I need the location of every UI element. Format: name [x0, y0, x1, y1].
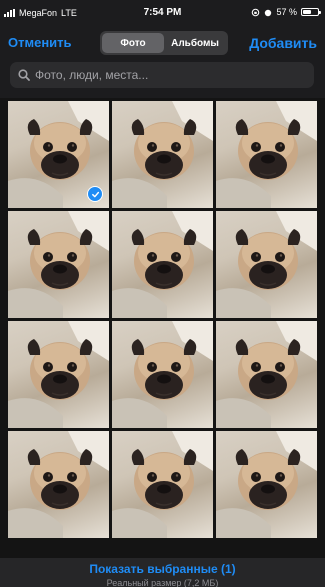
pug-photo-image	[216, 321, 317, 428]
photo-thumbnail[interactable]	[216, 211, 317, 318]
real-size-label: Реальный размер (7,2 МБ)	[106, 578, 219, 587]
pug-photo-image	[216, 211, 317, 318]
status-bar: MegaFon LTE 7:54 PM 57 %	[0, 0, 325, 26]
photo-thumbnail[interactable]	[112, 101, 213, 208]
tab-photos[interactable]: Фото	[102, 33, 164, 53]
pug-photo-image	[8, 321, 109, 428]
show-selected-button[interactable]: Показать выбранные (1)	[0, 562, 325, 576]
pug-photo-image	[8, 431, 109, 538]
photo-grid	[8, 101, 317, 571]
photo-thumbnail[interactable]	[8, 211, 109, 318]
cancel-button[interactable]: Отменить	[8, 35, 72, 50]
alarm-icon	[265, 9, 272, 16]
nav-bar: Отменить Фото Альбомы Добавить	[0, 26, 325, 60]
photo-thumbnail[interactable]	[216, 321, 317, 428]
battery-percent: 57 %	[276, 7, 297, 17]
photo-picker-screen: MegaFon LTE 7:54 PM 57 % Отменить Фото А…	[0, 0, 325, 587]
pug-photo-image	[8, 211, 109, 318]
photo-thumbnail[interactable]	[112, 211, 213, 318]
add-button[interactable]: Добавить	[249, 35, 317, 51]
search-input[interactable]: Фото, люди, места...	[10, 62, 314, 88]
search-placeholder: Фото, люди, места...	[35, 68, 149, 82]
photo-thumbnail[interactable]	[216, 101, 317, 208]
search-icon	[18, 69, 30, 81]
photo-thumbnail[interactable]	[112, 321, 213, 428]
photo-thumbnail[interactable]	[8, 431, 109, 538]
photo-thumbnail[interactable]	[8, 321, 109, 428]
source-segmented-control: Фото Альбомы	[100, 31, 228, 55]
battery-icon	[301, 8, 321, 16]
pug-photo-image	[216, 431, 317, 538]
search-bar: Фото, люди, места...	[0, 60, 325, 98]
photo-thumbnail[interactable]	[8, 101, 109, 208]
status-icons: 57 %	[251, 7, 321, 17]
photo-thumbnail[interactable]	[216, 431, 317, 538]
battery-level	[303, 10, 311, 14]
pug-photo-image	[112, 321, 213, 428]
photo-thumbnail[interactable]	[112, 431, 213, 538]
tab-albums[interactable]: Альбомы	[164, 33, 226, 53]
pug-photo-image	[112, 211, 213, 318]
checkmark-icon	[87, 186, 103, 202]
rotation-lock-icon	[252, 8, 260, 16]
pug-photo-image	[112, 431, 213, 538]
pug-photo-image	[112, 101, 213, 208]
pug-photo-image	[216, 101, 317, 208]
bottom-toolbar: Показать выбранные (1) Реальный размер (…	[0, 558, 325, 587]
